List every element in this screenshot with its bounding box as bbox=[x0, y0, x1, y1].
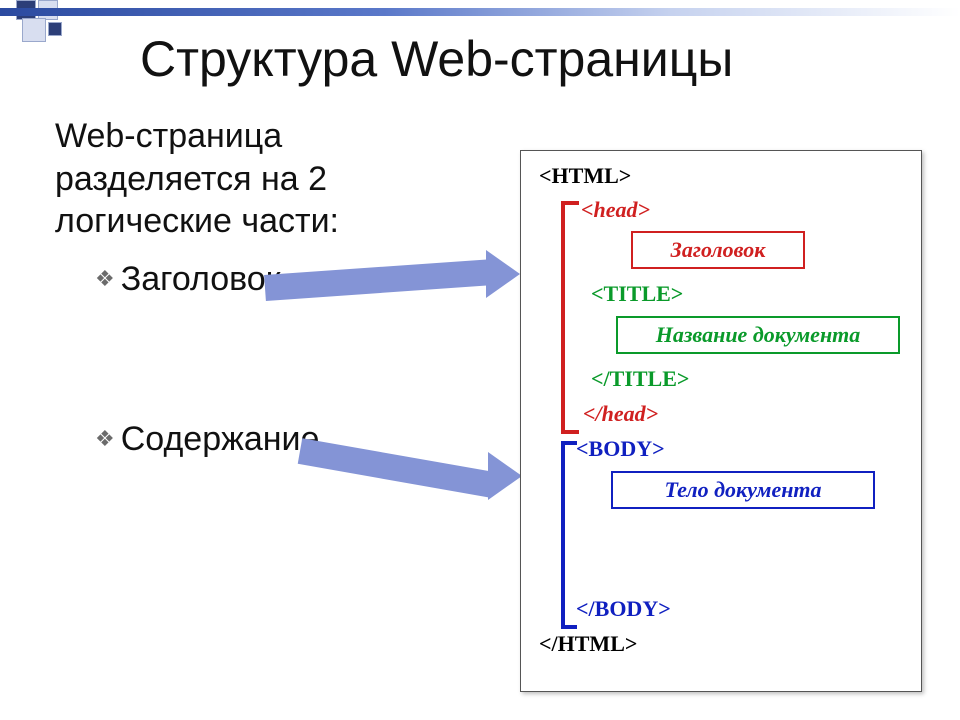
tag-html-open: <HTML> bbox=[539, 163, 631, 189]
tag-body-open: <BODY> bbox=[576, 436, 665, 462]
intro-paragraph: Web-страница разделяется на 2 логические… bbox=[55, 115, 475, 243]
bullet-content-label: Содержание bbox=[121, 420, 320, 458]
bullet-content: ❖Содержание bbox=[95, 420, 319, 459]
html-structure-diagram: <HTML> <head> Заголовок <TITLE> Название… bbox=[520, 150, 922, 692]
box-header-label: Заголовок bbox=[631, 231, 805, 269]
box-doc-title-label: Название документа bbox=[616, 316, 900, 354]
tag-head-open: <head> bbox=[581, 197, 650, 223]
tag-head-close: </head> bbox=[583, 401, 658, 427]
tag-body-close: </BODY> bbox=[576, 596, 671, 622]
bullet-icon: ❖ bbox=[95, 266, 115, 292]
box-body-label: Тело документа bbox=[611, 471, 875, 509]
tag-html-close: </HTML> bbox=[539, 631, 637, 657]
bullet-icon: ❖ bbox=[95, 426, 115, 452]
tag-title-close: </TITLE> bbox=[591, 366, 689, 392]
bullet-header: ❖Заголовок bbox=[95, 260, 281, 299]
bracket-head bbox=[561, 201, 579, 434]
slide-title: Структура Web-страницы bbox=[140, 30, 733, 88]
tag-title-open: <TITLE> bbox=[591, 281, 683, 307]
bullet-header-label: Заголовок bbox=[121, 260, 281, 298]
bracket-body bbox=[561, 441, 577, 629]
